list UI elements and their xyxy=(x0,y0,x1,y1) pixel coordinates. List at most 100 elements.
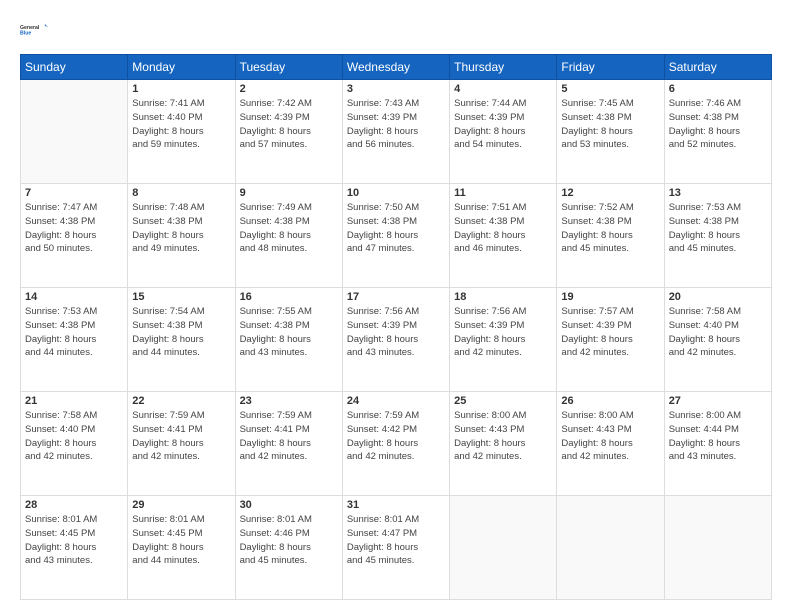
day-number: 2 xyxy=(240,83,338,95)
day-info: Sunrise: 8:01 AM Sunset: 4:46 PM Dayligh… xyxy=(240,513,338,568)
day-info: Sunrise: 7:48 AM Sunset: 4:38 PM Dayligh… xyxy=(132,201,230,256)
calendar-day-cell: 9 Sunrise: 7:49 AM Sunset: 4:38 PM Daylig… xyxy=(235,184,342,288)
calendar-day-cell: 29 Sunrise: 8:01 AM Sunset: 4:45 PM Dayli… xyxy=(128,496,235,600)
calendar-day-cell: 1Sunrise: 7:41 AM Sunset: 4:40 PM Daylig… xyxy=(128,80,235,184)
day-info: Sunrise: 7:47 AM Sunset: 4:38 PM Dayligh… xyxy=(25,201,123,256)
day-number: 5 xyxy=(561,83,659,95)
day-number: 18 xyxy=(454,291,552,303)
calendar-day-cell: 10 Sunrise: 7:50 AM Sunset: 4:38 PM Dayli… xyxy=(342,184,449,288)
header: General Blue xyxy=(20,16,772,44)
day-info: Sunrise: 8:01 AM Sunset: 4:47 PM Dayligh… xyxy=(347,513,445,568)
day-number: 10 xyxy=(347,187,445,199)
calendar-day-cell: 11Sunrise: 7:51 AM Sunset: 4:38 PM Dayli… xyxy=(450,184,557,288)
calendar-day-cell: 8 Sunrise: 7:48 AM Sunset: 4:38 PM Daylig… xyxy=(128,184,235,288)
day-info: Sunrise: 7:50 AM Sunset: 4:38 PM Dayligh… xyxy=(347,201,445,256)
day-info: Sunrise: 7:58 AM Sunset: 4:40 PM Dayligh… xyxy=(669,305,767,360)
calendar-day-cell: 26 Sunrise: 8:00 AM Sunset: 4:43 PM Dayli… xyxy=(557,392,664,496)
day-info: Sunrise: 7:57 AM Sunset: 4:39 PM Dayligh… xyxy=(561,305,659,360)
calendar-week-row: 14Sunrise: 7:53 AM Sunset: 4:38 PM Dayli… xyxy=(21,288,772,392)
day-number: 21 xyxy=(25,395,123,407)
day-number: 19 xyxy=(561,291,659,303)
calendar-day-cell: 24 Sunrise: 7:59 AM Sunset: 4:42 PM Dayli… xyxy=(342,392,449,496)
weekday-header: Wednesday xyxy=(342,55,449,80)
day-number: 26 xyxy=(561,395,659,407)
calendar-day-cell: 13 Sunrise: 7:53 AM Sunset: 4:38 PM Dayli… xyxy=(664,184,771,288)
day-number: 4 xyxy=(454,83,552,95)
day-info: Sunrise: 7:59 AM Sunset: 4:42 PM Dayligh… xyxy=(347,409,445,464)
calendar-day-cell: 6 Sunrise: 7:46 AM Sunset: 4:38 PM Daylig… xyxy=(664,80,771,184)
day-number: 13 xyxy=(669,187,767,199)
weekday-header: Saturday xyxy=(664,55,771,80)
page: General Blue SundayMondayTuesdayWednesda… xyxy=(0,0,792,612)
calendar-day-cell: 30Sunrise: 8:01 AM Sunset: 4:46 PM Dayli… xyxy=(235,496,342,600)
day-info: Sunrise: 7:41 AM Sunset: 4:40 PM Dayligh… xyxy=(132,97,230,152)
day-info: Sunrise: 7:55 AM Sunset: 4:38 PM Dayligh… xyxy=(240,305,338,360)
day-number: 29 xyxy=(132,499,230,511)
day-number: 17 xyxy=(347,291,445,303)
day-info: Sunrise: 8:01 AM Sunset: 4:45 PM Dayligh… xyxy=(25,513,123,568)
day-number: 8 xyxy=(132,187,230,199)
day-info: Sunrise: 7:49 AM Sunset: 4:38 PM Dayligh… xyxy=(240,201,338,256)
calendar-day-cell: 18 Sunrise: 7:56 AM Sunset: 4:39 PM Dayli… xyxy=(450,288,557,392)
calendar-week-row: 7 Sunrise: 7:47 AM Sunset: 4:38 PM Daylig… xyxy=(21,184,772,288)
calendar-day-cell: 12 Sunrise: 7:52 AM Sunset: 4:38 PM Dayli… xyxy=(557,184,664,288)
calendar-day-cell: 19 Sunrise: 7:57 AM Sunset: 4:39 PM Dayli… xyxy=(557,288,664,392)
svg-text:General: General xyxy=(20,25,40,31)
calendar-day-cell: 23 Sunrise: 7:59 AM Sunset: 4:41 PM Dayli… xyxy=(235,392,342,496)
day-number: 7 xyxy=(25,187,123,199)
calendar-day-cell xyxy=(21,80,128,184)
calendar-day-cell: 3 Sunrise: 7:43 AM Sunset: 4:39 PM Daylig… xyxy=(342,80,449,184)
calendar-week-row: 28 Sunrise: 8:01 AM Sunset: 4:45 PM Dayli… xyxy=(21,496,772,600)
day-info: Sunrise: 7:59 AM Sunset: 4:41 PM Dayligh… xyxy=(132,409,230,464)
calendar-day-cell xyxy=(557,496,664,600)
weekday-header: Sunday xyxy=(21,55,128,80)
calendar-day-cell: 2Sunrise: 7:42 AM Sunset: 4:39 PM Daylig… xyxy=(235,80,342,184)
logo-icon: General Blue xyxy=(20,16,48,44)
day-number: 28 xyxy=(25,499,123,511)
calendar-day-cell: 14Sunrise: 7:53 AM Sunset: 4:38 PM Dayli… xyxy=(21,288,128,392)
calendar-day-cell: 20 Sunrise: 7:58 AM Sunset: 4:40 PM Dayli… xyxy=(664,288,771,392)
day-info: Sunrise: 7:45 AM Sunset: 4:38 PM Dayligh… xyxy=(561,97,659,152)
day-number: 11 xyxy=(454,187,552,199)
day-number: 12 xyxy=(561,187,659,199)
day-number: 20 xyxy=(669,291,767,303)
calendar-day-cell: 5 Sunrise: 7:45 AM Sunset: 4:38 PM Daylig… xyxy=(557,80,664,184)
calendar-table: SundayMondayTuesdayWednesdayThursdayFrid… xyxy=(20,54,772,600)
calendar-day-cell: 16 Sunrise: 7:55 AM Sunset: 4:38 PM Dayli… xyxy=(235,288,342,392)
day-info: Sunrise: 8:01 AM Sunset: 4:45 PM Dayligh… xyxy=(132,513,230,568)
day-number: 9 xyxy=(240,187,338,199)
day-info: Sunrise: 7:54 AM Sunset: 4:38 PM Dayligh… xyxy=(132,305,230,360)
calendar-day-cell xyxy=(664,496,771,600)
calendar-day-cell: 28 Sunrise: 8:01 AM Sunset: 4:45 PM Dayli… xyxy=(21,496,128,600)
day-number: 24 xyxy=(347,395,445,407)
calendar-day-cell: 17Sunrise: 7:56 AM Sunset: 4:39 PM Dayli… xyxy=(342,288,449,392)
day-info: Sunrise: 8:00 AM Sunset: 4:43 PM Dayligh… xyxy=(561,409,659,464)
day-number: 6 xyxy=(669,83,767,95)
day-number: 23 xyxy=(240,395,338,407)
day-info: Sunrise: 7:43 AM Sunset: 4:39 PM Dayligh… xyxy=(347,97,445,152)
day-number: 22 xyxy=(132,395,230,407)
day-number: 3 xyxy=(347,83,445,95)
weekday-header: Friday xyxy=(557,55,664,80)
weekday-header: Tuesday xyxy=(235,55,342,80)
calendar-day-cell xyxy=(450,496,557,600)
day-info: Sunrise: 7:58 AM Sunset: 4:40 PM Dayligh… xyxy=(25,409,123,464)
day-number: 25 xyxy=(454,395,552,407)
svg-text:Blue: Blue xyxy=(20,30,31,36)
day-number: 14 xyxy=(25,291,123,303)
day-info: Sunrise: 7:59 AM Sunset: 4:41 PM Dayligh… xyxy=(240,409,338,464)
day-info: Sunrise: 7:46 AM Sunset: 4:38 PM Dayligh… xyxy=(669,97,767,152)
day-info: Sunrise: 8:00 AM Sunset: 4:43 PM Dayligh… xyxy=(454,409,552,464)
day-info: Sunrise: 7:53 AM Sunset: 4:38 PM Dayligh… xyxy=(669,201,767,256)
weekday-header: Monday xyxy=(128,55,235,80)
day-number: 27 xyxy=(669,395,767,407)
day-number: 16 xyxy=(240,291,338,303)
calendar-week-row: 1Sunrise: 7:41 AM Sunset: 4:40 PM Daylig… xyxy=(21,80,772,184)
day-number: 15 xyxy=(132,291,230,303)
calendar-day-cell: 25 Sunrise: 8:00 AM Sunset: 4:43 PM Dayli… xyxy=(450,392,557,496)
day-info: Sunrise: 7:52 AM Sunset: 4:38 PM Dayligh… xyxy=(561,201,659,256)
calendar-day-cell: 21 Sunrise: 7:58 AM Sunset: 4:40 PM Dayli… xyxy=(21,392,128,496)
day-number: 31 xyxy=(347,499,445,511)
day-info: Sunrise: 8:00 AM Sunset: 4:44 PM Dayligh… xyxy=(669,409,767,464)
day-info: Sunrise: 7:56 AM Sunset: 4:39 PM Dayligh… xyxy=(454,305,552,360)
